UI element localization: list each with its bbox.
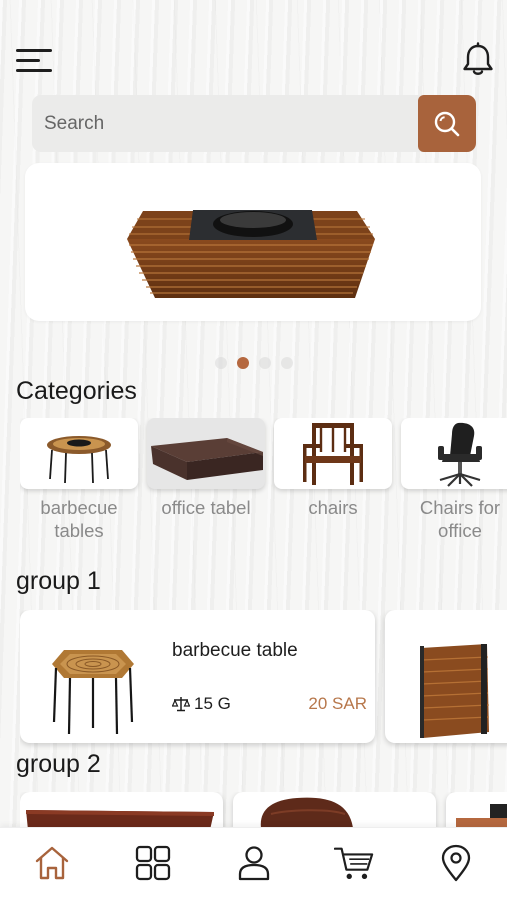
location-icon[interactable] bbox=[436, 843, 476, 883]
group2-title: group 2 bbox=[16, 750, 101, 778]
search-input[interactable] bbox=[32, 95, 418, 152]
carousel-dot[interactable] bbox=[280, 357, 293, 369]
grid-icon[interactable] bbox=[133, 843, 173, 883]
category-label: chairs bbox=[308, 497, 358, 518]
notification-bell-icon[interactable] bbox=[461, 42, 495, 78]
office-desk-icon bbox=[151, 438, 263, 480]
product-weight: 15 G bbox=[172, 694, 231, 714]
product-card[interactable] bbox=[20, 792, 223, 827]
scale-icon bbox=[172, 697, 190, 712]
category-label: barbecue tables bbox=[40, 497, 118, 541]
search-icon bbox=[434, 111, 460, 136]
cart-icon[interactable] bbox=[334, 843, 374, 883]
categories-carousel: barbecue tables office tabel chairs Chai… bbox=[20, 418, 507, 548]
bottom-navigation bbox=[0, 827, 507, 900]
product-price: 20 SAR bbox=[308, 694, 367, 713]
product-card[interactable]: barbecue table 15 G 20 SAR bbox=[20, 610, 375, 743]
category-office-tabel[interactable]: office tabel bbox=[147, 418, 265, 519]
carousel-dots bbox=[0, 357, 507, 371]
product-card[interactable] bbox=[385, 610, 507, 743]
office-desk-image bbox=[26, 810, 214, 827]
categories-title: Categories bbox=[16, 377, 137, 405]
category-barbecue-tables[interactable]: barbecue tables bbox=[20, 418, 138, 542]
promo-banner[interactable] bbox=[25, 163, 481, 321]
hamburger-menu-icon[interactable] bbox=[16, 46, 54, 74]
product-name: barbecue table bbox=[172, 640, 298, 661]
leather-chair-image bbox=[260, 797, 353, 827]
category-chairs-for-office[interactable]: Chairs for office bbox=[401, 418, 507, 542]
barbecue-table-image bbox=[52, 650, 134, 735]
category-chairs[interactable]: chairs bbox=[274, 418, 392, 519]
search-bar bbox=[32, 95, 476, 152]
category-label: office tabel bbox=[161, 497, 251, 518]
home-screen: Categories barbecue tables bbox=[0, 0, 507, 900]
carousel-dot-active[interactable] bbox=[236, 357, 249, 369]
profile-icon[interactable] bbox=[234, 843, 274, 883]
product-card[interactable] bbox=[446, 792, 507, 827]
carousel-dot[interactable] bbox=[214, 357, 227, 369]
wooden-chair-icon bbox=[303, 422, 363, 485]
barbecue-table-icon bbox=[127, 210, 375, 298]
office-chair-icon bbox=[438, 422, 482, 487]
category-label: Chairs for office bbox=[419, 497, 501, 541]
home-icon[interactable] bbox=[32, 843, 72, 883]
desk-image bbox=[456, 804, 507, 827]
group1-products: barbecue table 15 G 20 SAR bbox=[20, 610, 507, 750]
search-button[interactable] bbox=[418, 95, 476, 152]
carousel-dot[interactable] bbox=[258, 357, 271, 369]
barbecue-table-icon bbox=[47, 435, 111, 483]
group1-title: group 1 bbox=[16, 567, 101, 595]
product-card[interactable] bbox=[233, 792, 436, 827]
group2-products bbox=[20, 792, 507, 827]
product-weight-value: 15 G bbox=[194, 694, 231, 713]
wooden-panel-image bbox=[420, 644, 490, 738]
